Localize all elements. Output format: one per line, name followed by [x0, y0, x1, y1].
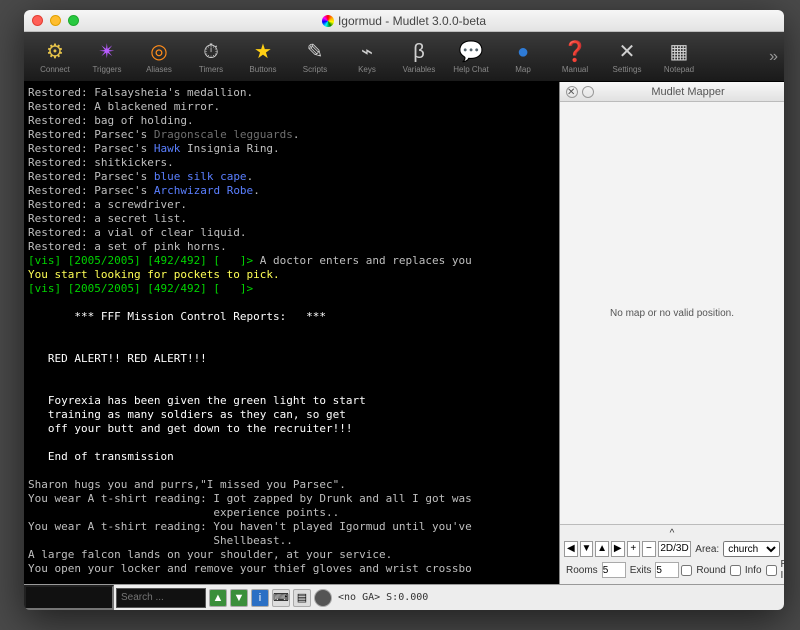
map-icon: ● [517, 39, 529, 65]
buttons-icon: ★ [254, 39, 272, 65]
mapper-title-text: Mudlet Mapper [598, 86, 778, 98]
toolbar-map-button[interactable]: ●Map [498, 39, 548, 74]
command-bar: ▲ ▼ i ⌨ ▤ <no GA> S:0.000 [24, 584, 784, 610]
main-area: Restored: Falsaysheia's medallion. Resto… [24, 82, 784, 610]
search-input[interactable] [116, 588, 206, 608]
toolbar-label: Keys [358, 65, 376, 74]
help-chat-icon: 💬 [459, 39, 484, 65]
rooms-label: Rooms [566, 565, 598, 576]
nav-down-button[interactable]: ▼ [580, 541, 594, 557]
toolbar-keys-button[interactable]: ⌁Keys [342, 39, 392, 74]
connect-icon: ⚙ [46, 39, 64, 65]
toolbar-label: Manual [562, 65, 588, 74]
round-label: Round [696, 565, 725, 576]
toolbar-help-chat-button[interactable]: 💬Help Chat [446, 39, 496, 74]
toolbar-buttons-button[interactable]: ★Buttons [238, 39, 288, 74]
toolbar-manual-button[interactable]: ❓Manual [550, 39, 600, 74]
timers-icon: ⏱ [203, 39, 219, 65]
scroll-down-button[interactable]: ▼ [230, 589, 248, 607]
info-label: Info [745, 565, 762, 576]
toolbar-label: Aliases [146, 65, 172, 74]
mapper-canvas[interactable]: No map or no valid position. [560, 102, 784, 524]
toolbar: ⚙Connect✴Triggers◎Aliases⏱Timers★Buttons… [24, 32, 784, 82]
scroll-up-button[interactable]: ▲ [209, 589, 227, 607]
toolbar-label: Settings [613, 65, 642, 74]
toolbar-label: Variables [403, 65, 436, 74]
rooms-spinner[interactable] [602, 562, 626, 578]
round-checkbox[interactable] [681, 565, 692, 576]
caret-up-icon[interactable]: ^ [670, 528, 675, 539]
aliases-icon: ◎ [150, 39, 167, 65]
command-input[interactable] [24, 585, 114, 610]
nav-left-button[interactable]: ◀ [564, 541, 578, 557]
titlebar: Igormud - Mudlet 3.0.0-beta [24, 10, 784, 32]
toolbar-connect-button[interactable]: ⚙Connect [30, 39, 80, 74]
roomid-checkbox[interactable] [766, 565, 777, 576]
toolbar-settings-button[interactable]: ✕Settings [602, 39, 652, 74]
mode-toggle-button[interactable]: 2D/3D [658, 541, 692, 557]
toolbar-label: Help Chat [453, 65, 489, 74]
info-icon[interactable]: i [251, 589, 269, 607]
window-title: Igormud - Mudlet 3.0.0-beta [24, 14, 784, 28]
mapper-empty-text: No map or no valid position. [610, 308, 734, 319]
mapper-close-icon[interactable]: ✕ [566, 86, 578, 98]
window-title-text: Igormud - Mudlet 3.0.0-beta [338, 14, 486, 28]
settings-icon: ✕ [619, 39, 636, 65]
zoom-out-button[interactable]: − [642, 541, 656, 557]
zoom-in-button[interactable]: + [627, 541, 641, 557]
nav-right-button[interactable]: ▶ [611, 541, 625, 557]
triggers-icon: ✴ [99, 39, 116, 65]
toolbar-aliases-button[interactable]: ◎Aliases [134, 39, 184, 74]
toolbar-label: Connect [40, 65, 70, 74]
keys-icon: ⌁ [361, 39, 373, 65]
manual-icon: ❓ [563, 39, 588, 65]
toolbar-notepad-button[interactable]: ▦Notepad [654, 39, 704, 74]
roomid-label: Room ID [781, 559, 784, 581]
area-label: Area: [695, 544, 719, 555]
keyboard-icon[interactable]: ⌨ [272, 589, 290, 607]
scripts-icon: ✎ [307, 39, 324, 65]
app-icon [322, 15, 334, 27]
mapper-controls: ^ ◀ ▼ ▲ ▶ + − 2D/3D Area: church Rooms [560, 524, 784, 584]
toolbar-label: Timers [199, 65, 223, 74]
toolbar-timers-button[interactable]: ⏱Timers [186, 39, 236, 74]
exits-spinner[interactable] [655, 562, 679, 578]
toolbar-label: Buttons [249, 65, 276, 74]
notepad-icon: ▦ [670, 39, 689, 65]
record-icon[interactable] [314, 589, 332, 607]
nav-up-button[interactable]: ▲ [595, 541, 609, 557]
variables-icon: β [413, 39, 425, 65]
exits-label: Exits [630, 565, 652, 576]
toolbar-label: Notepad [664, 65, 694, 74]
info-checkbox[interactable] [730, 565, 741, 576]
app-window: Igormud - Mudlet 3.0.0-beta ⚙Connect✴Tri… [24, 10, 784, 610]
mapper-titlebar: ✕ Mudlet Mapper [560, 82, 784, 102]
toolbar-variables-button[interactable]: βVariables [394, 39, 444, 74]
toolbar-label: Map [515, 65, 531, 74]
toolbar-label: Scripts [303, 65, 327, 74]
toolbar-overflow[interactable]: » [769, 48, 778, 66]
toolbar-triggers-button[interactable]: ✴Triggers [82, 39, 132, 74]
status-text: <no GA> S:0.000 [338, 592, 428, 603]
clipboard-icon[interactable]: ▤ [293, 589, 311, 607]
toolbar-label: Triggers [92, 65, 121, 74]
area-select[interactable]: church [723, 541, 780, 557]
mapper-panel: ✕ Mudlet Mapper No map or no valid posit… [559, 82, 784, 584]
toolbar-scripts-button[interactable]: ✎Scripts [290, 39, 340, 74]
mapper-detach-icon[interactable] [582, 86, 594, 98]
